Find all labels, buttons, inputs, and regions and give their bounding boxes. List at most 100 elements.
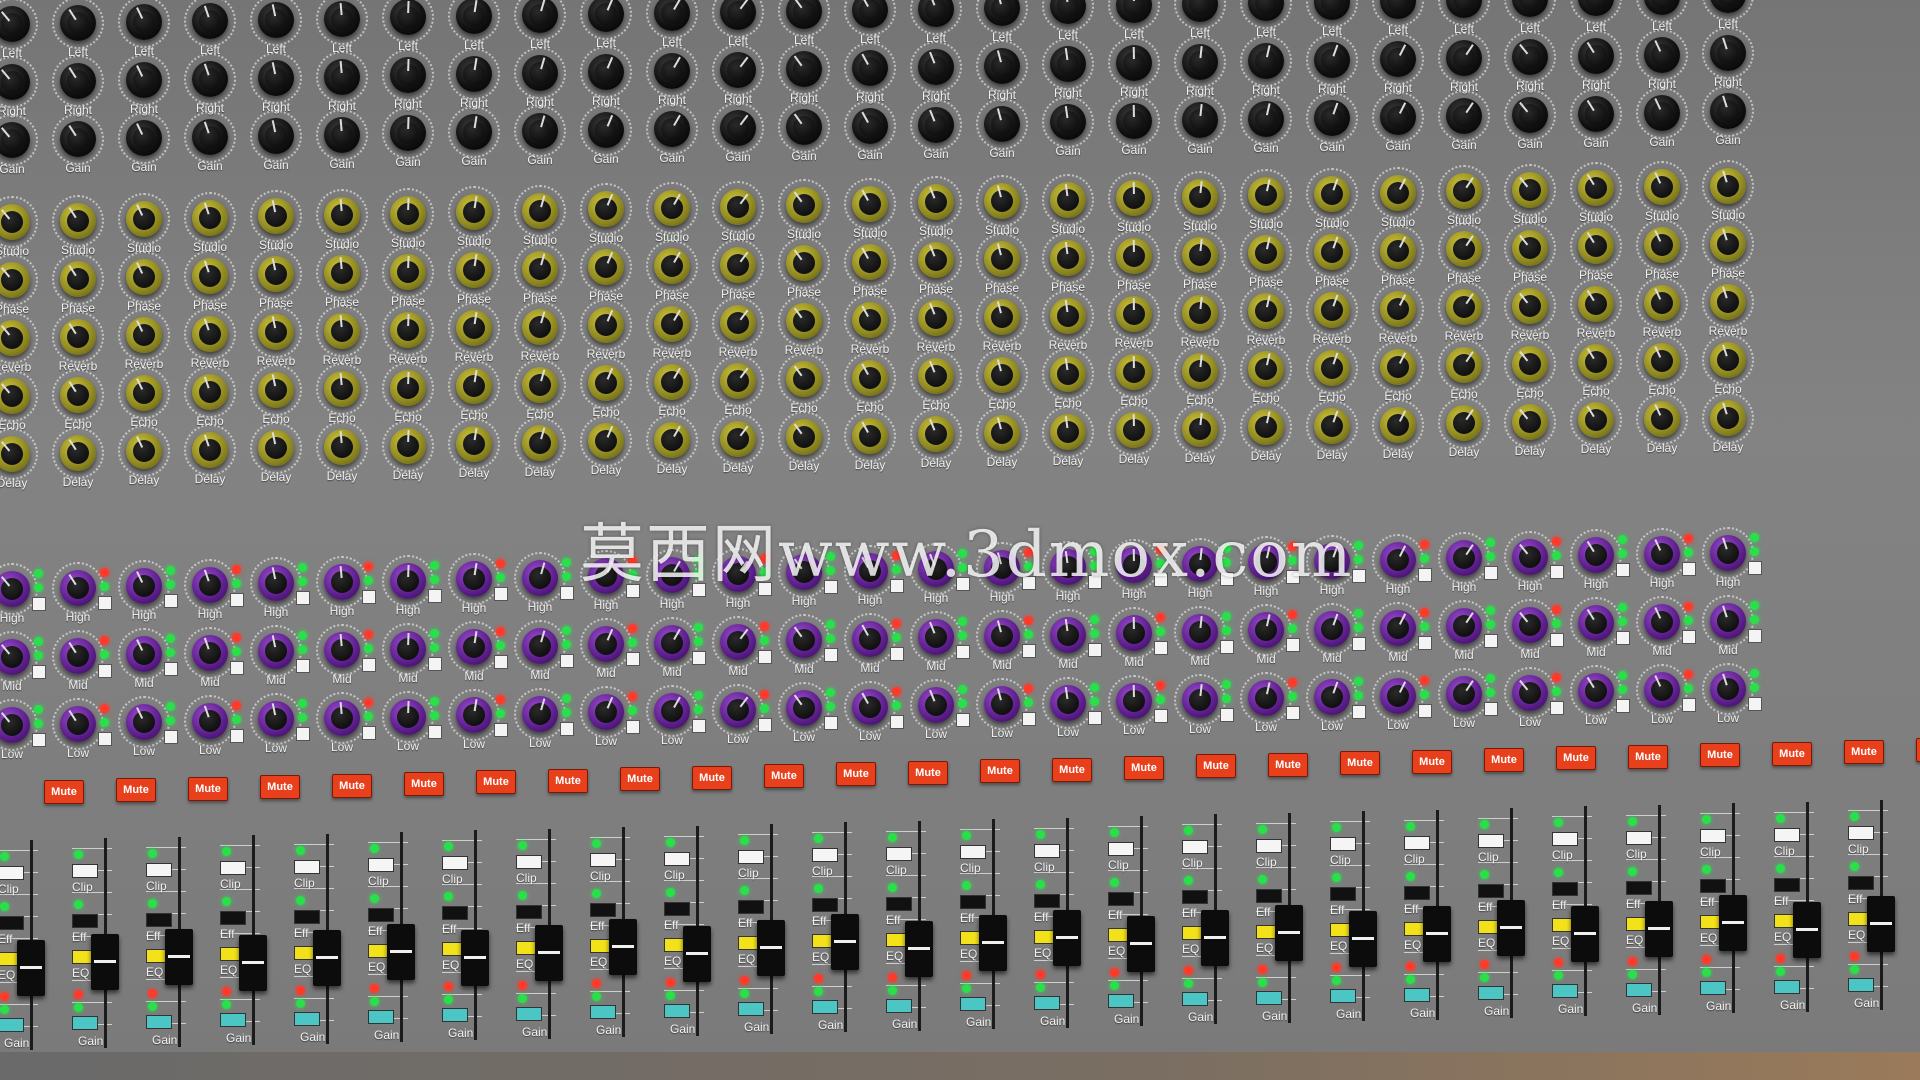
right-knob[interactable] <box>1512 38 1548 75</box>
clip-pad[interactable] <box>0 866 24 880</box>
phase-knob[interactable] <box>522 250 558 287</box>
high-knob[interactable] <box>192 566 228 603</box>
reverb-knob[interactable] <box>852 301 888 338</box>
delay-knob[interactable] <box>1050 413 1086 450</box>
delay-knob[interactable] <box>852 417 888 454</box>
mid-knob[interactable] <box>1512 606 1548 643</box>
low-knob[interactable] <box>522 695 558 732</box>
channel-19-mid-control[interactable]: Mid <box>1168 605 1234 678</box>
channel-20-delay-control[interactable]: Delay <box>1234 401 1300 473</box>
gain-pad[interactable] <box>516 1006 542 1021</box>
channel-6-gain-control[interactable]: Gain <box>310 108 376 181</box>
channel-switch[interactable] <box>1022 712 1036 726</box>
high-knob[interactable] <box>60 569 96 606</box>
high-knob[interactable] <box>324 564 360 600</box>
clip-pad[interactable] <box>960 845 986 860</box>
right-knob[interactable] <box>60 62 96 99</box>
fader-cap[interactable] <box>91 934 119 991</box>
effect-pad[interactable] <box>886 896 912 911</box>
right-knob[interactable] <box>1644 36 1680 73</box>
channel-11-mid-control[interactable]: Mid <box>640 617 706 689</box>
channel-1-high-control[interactable]: High <box>0 563 46 635</box>
fader-cap[interactable] <box>609 919 637 976</box>
channel-switch[interactable] <box>230 728 244 743</box>
right-knob[interactable] <box>984 47 1020 84</box>
low-knob[interactable] <box>1050 684 1086 721</box>
channel-27-low-control[interactable]: Low <box>1696 662 1762 735</box>
gain-knob[interactable] <box>1248 101 1284 138</box>
effect-pad[interactable] <box>1478 884 1504 898</box>
gain-pad[interactable] <box>0 1018 24 1032</box>
delay-knob[interactable] <box>1710 399 1746 436</box>
phase-knob[interactable] <box>852 243 888 280</box>
delay-knob[interactable] <box>456 426 492 463</box>
clip-pad[interactable] <box>812 848 838 863</box>
channel-2-low-control[interactable]: Low <box>46 697 112 770</box>
channel-22-high-control[interactable]: High <box>1366 533 1432 606</box>
channel-23-high-control[interactable]: High <box>1432 532 1498 604</box>
reverb-knob[interactable] <box>654 306 690 342</box>
high-knob[interactable] <box>1644 536 1680 572</box>
channel-1-low-control[interactable]: Low <box>0 699 46 771</box>
low-knob[interactable] <box>1644 672 1680 708</box>
phase-knob[interactable] <box>1182 236 1218 273</box>
channel-switch[interactable] <box>1154 641 1168 656</box>
gain-knob[interactable] <box>1446 97 1482 134</box>
reverb-knob[interactable] <box>1446 289 1482 326</box>
channel-4-mid-control[interactable]: Mid <box>178 626 244 699</box>
effect-pad[interactable] <box>72 914 98 929</box>
studio-knob[interactable] <box>1512 171 1548 208</box>
right-knob[interactable] <box>1248 43 1284 80</box>
channel-switch[interactable] <box>1748 560 1762 575</box>
channel-24-mute-button[interactable]: Mute <box>1700 743 1740 768</box>
fader-cap[interactable] <box>1053 909 1081 966</box>
clip-pad[interactable] <box>1774 827 1800 842</box>
clip-pad[interactable] <box>1478 834 1504 848</box>
gain-knob[interactable] <box>654 111 690 147</box>
channel-switch[interactable] <box>1616 699 1630 714</box>
channel-switch[interactable] <box>1682 562 1696 576</box>
gain-pad[interactable] <box>146 1014 172 1029</box>
channel-22-mute-button[interactable]: Mute <box>1556 746 1596 771</box>
channel-8-low-control[interactable]: Low <box>442 689 508 761</box>
fader-cap[interactable] <box>387 924 415 980</box>
phase-knob[interactable] <box>1380 232 1416 269</box>
studio-knob[interactable] <box>522 192 558 229</box>
channel-switch[interactable] <box>626 652 640 667</box>
clip-pad[interactable] <box>1700 829 1726 844</box>
delay-knob[interactable] <box>1446 405 1482 442</box>
phase-knob[interactable] <box>126 259 162 296</box>
low-knob[interactable] <box>60 705 96 742</box>
channel-22-delay-control[interactable]: Delay <box>1366 398 1432 471</box>
channel-12-mute-button[interactable]: Mute <box>836 762 876 787</box>
gain-pad[interactable] <box>812 1000 838 1015</box>
echo-knob[interactable] <box>1182 352 1218 389</box>
channel-14-delay-control[interactable]: Delay <box>838 409 904 482</box>
channel-23-low-control[interactable]: Low <box>1432 668 1498 740</box>
echo-knob[interactable] <box>1644 343 1680 379</box>
fader-cap[interactable] <box>831 914 859 971</box>
effect-pad[interactable] <box>368 908 394 922</box>
channel-24-delay-control[interactable]: Delay <box>1498 395 1564 468</box>
channel-switch[interactable] <box>692 719 706 733</box>
gain-pad[interactable] <box>1700 981 1726 996</box>
channel-26-gain-control[interactable]: Gain <box>1630 86 1696 159</box>
channel-7-mute-button[interactable]: Mute <box>476 770 516 795</box>
channel-switch[interactable] <box>1418 703 1432 718</box>
reverb-knob[interactable] <box>1314 292 1350 328</box>
clip-pad[interactable] <box>590 853 616 868</box>
channel-17-delay-control[interactable]: Delay <box>1036 405 1102 478</box>
right-knob[interactable] <box>1182 44 1218 81</box>
studio-knob[interactable] <box>786 187 822 224</box>
channel-12-gain-control[interactable]: Gain <box>706 101 772 174</box>
clip-pad[interactable] <box>1256 838 1282 853</box>
studio-knob[interactable] <box>324 197 360 233</box>
gain-pad[interactable] <box>220 1013 246 1028</box>
effect-pad[interactable] <box>1700 879 1726 894</box>
fader-cap[interactable] <box>1719 895 1747 952</box>
gain-pad[interactable] <box>72 1016 98 1031</box>
low-knob[interactable] <box>852 688 888 725</box>
reverb-knob[interactable] <box>984 299 1020 335</box>
fader-cap[interactable] <box>313 929 341 986</box>
delay-knob[interactable] <box>390 427 426 464</box>
